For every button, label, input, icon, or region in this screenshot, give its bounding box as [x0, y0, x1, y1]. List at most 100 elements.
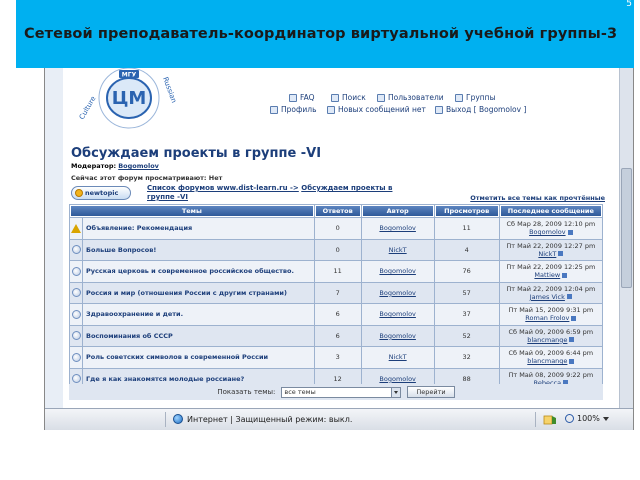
nav-messages[interactable]: Новых сообщений нет [327, 105, 426, 114]
replies-cell: 11 [314, 261, 361, 282]
header-replies[interactable]: Ответов [314, 205, 361, 217]
last-post-user[interactable]: James Vick [530, 293, 565, 301]
author-cell[interactable]: NickT [361, 347, 434, 368]
last-post-user[interactable]: Roman Frolov [525, 314, 569, 322]
replies-cell: 7 [314, 282, 361, 303]
topic-title[interactable]: Русская церковь и современное российское… [86, 267, 294, 275]
last-post-date: Пт Май 15, 2009 9:31 pm [508, 306, 594, 315]
new-topic-icon [75, 189, 83, 197]
go-button[interactable]: Перейти [407, 386, 455, 398]
profile-icon [270, 105, 278, 114]
nav-faq[interactable]: FAQ [289, 93, 315, 102]
last-post-date: Сб Мар 28, 2009 12:10 pm [506, 220, 596, 229]
last-post-date: Пт Май 22, 2009 12:04 pm [506, 284, 596, 293]
topic-cell[interactable]: Здравоохранение и дети. [83, 304, 314, 325]
go-to-post-icon[interactable] [571, 315, 577, 321]
last-post-user[interactable]: blancmange [527, 336, 567, 344]
topic-title[interactable]: Воспоминания об СССР [86, 332, 173, 340]
header-views[interactable]: Просмотров [434, 205, 499, 217]
go-to-post-icon[interactable] [562, 272, 568, 278]
topic-title[interactable]: Рекомендация [137, 224, 192, 232]
topic-title[interactable]: Здравоохранение и дети. [86, 310, 183, 318]
author-cell[interactable]: Bogomolov [361, 304, 434, 325]
go-to-post-icon[interactable] [567, 229, 573, 235]
table-row[interactable]: Здравоохранение и дети. 6 Bogomolov 37 Пт Ма… [70, 304, 602, 325]
last-post-cell: Пт Май 15, 2009 9:31 pm Roman Frolov [499, 304, 602, 325]
go-to-post-icon[interactable] [566, 294, 572, 300]
table-row[interactable]: Россия и мир (отношения России с другим … [70, 282, 602, 303]
mark-all-read-link[interactable]: Отметить все темы как прочтённые [470, 194, 605, 202]
last-post-user[interactable]: Bogomolov [529, 228, 565, 236]
last-post-cell: Пт Май 22, 2009 12:27 pm NickT [499, 239, 602, 260]
announcement-icon [71, 223, 81, 233]
nav-logout[interactable]: Выход [ Bogomolov ] [435, 105, 526, 114]
topic-cell[interactable]: Россия и мир (отношения России с другим … [83, 282, 314, 303]
last-post-user[interactable]: Mattiew [534, 271, 560, 279]
topic-folder-icon [71, 288, 81, 298]
favorites-icon[interactable] [543, 413, 557, 425]
last-post-user[interactable]: blancmange [527, 357, 567, 365]
table-row[interactable]: Больше Вопросов! 0 NickT 4 Пт Май 22, 2009 1… [70, 239, 602, 260]
topic-title[interactable]: Больше Вопросов! [86, 246, 156, 254]
views-cell: 37 [434, 304, 499, 325]
messages-icon [327, 105, 335, 114]
moderator-link[interactable]: Bogomolov [118, 162, 159, 170]
go-to-post-icon[interactable] [569, 358, 575, 364]
table-row[interactable]: Объявление: Рекомендация 0 Bogomolov 11 Сб М… [70, 218, 602, 239]
nav-groups[interactable]: Группы [455, 93, 496, 102]
new-topic-button[interactable]: newtopic [71, 186, 131, 200]
table-header-row: Темы Ответов Автор Просмотров Последнее … [70, 205, 602, 217]
zoom-control[interactable]: 100% [565, 414, 609, 423]
slide: Сетевой преподаватель-координатор виртуа… [0, 0, 640, 480]
topic-cell[interactable]: Больше Вопросов! [83, 239, 314, 260]
nav-profile[interactable]: Профиль [270, 105, 317, 114]
table-row[interactable]: Роль советских символов в современной Ро… [70, 347, 602, 368]
chevron-down-icon [391, 387, 401, 397]
table-row[interactable]: Русская церковь и современное российское… [70, 261, 602, 282]
forum-title[interactable]: Обсуждаем проекты в группе -VI [71, 146, 321, 161]
topic-status-cell [70, 282, 82, 303]
topic-cell[interactable]: Русская церковь и современное российское… [83, 261, 314, 282]
author-cell[interactable]: Bogomolov [361, 282, 434, 303]
author-cell[interactable]: Bogomolov [361, 261, 434, 282]
topic-status-cell [70, 261, 82, 282]
topic-folder-icon [71, 352, 81, 362]
forum-page: ЦМ МГУ Culture Russian FAQ Поиск Пользов… [63, 68, 623, 408]
status-divider [165, 412, 166, 427]
header-last-post[interactable]: Последнее сообщение [499, 205, 602, 217]
groups-icon [455, 93, 463, 102]
vertical-scrollbar[interactable] [619, 68, 633, 408]
topic-folder-icon [71, 331, 81, 341]
table-row[interactable]: Воспоминания об СССР 6 Bogomolov 52 Сб Май 0… [70, 325, 602, 346]
topic-prefix: Объявление: [86, 224, 135, 233]
topic-cell[interactable]: Роль советских символов в современной Ро… [83, 347, 314, 368]
go-to-post-icon[interactable] [569, 337, 575, 343]
author-cell[interactable]: Bogomolov [361, 325, 434, 346]
header-author[interactable]: Автор [361, 205, 434, 217]
title-banner: Сетевой преподаватель-координатор виртуа… [16, 0, 634, 68]
topic-folder-icon [71, 245, 81, 255]
go-to-post-icon[interactable] [558, 251, 564, 257]
views-cell: 76 [434, 261, 499, 282]
scrollbar-thumb[interactable] [621, 168, 632, 288]
nav-search[interactable]: Поиск [331, 93, 366, 102]
topic-title[interactable]: Где я как знакомятся молодые россиане? [86, 375, 244, 383]
author-cell[interactable]: NickT [361, 239, 434, 260]
nav-users[interactable]: Пользователи [377, 93, 444, 102]
logo-arc-left: Culture [78, 95, 98, 121]
topic-cell[interactable]: Объявление: Рекомендация [83, 218, 314, 239]
viewers-line: Сейчас этот форум просматривают: Нет [71, 174, 223, 182]
security-zone[interactable]: Интернет | Защищенный режим: выкл. [173, 414, 352, 424]
views-cell: 4 [434, 239, 499, 260]
topic-cell[interactable]: Воспоминания об СССР [83, 325, 314, 346]
topic-title[interactable]: Россия и мир (отношения России с другим … [86, 289, 287, 297]
topic-title[interactable]: Роль советских символов в современной Ро… [86, 353, 268, 361]
table-body: Объявление: Рекомендация 0 Bogomolov 11 Сб М… [70, 218, 602, 389]
globe-icon [173, 414, 183, 424]
header-topics[interactable]: Темы [70, 205, 314, 217]
last-post-user[interactable]: NickT [538, 250, 556, 258]
users-icon [377, 93, 385, 102]
show-topics-select[interactable]: все темы [281, 386, 402, 398]
breadcrumb-root[interactable]: Список форумов www.dist-learn.ru -> [147, 184, 299, 192]
author-cell[interactable]: Bogomolov [361, 218, 434, 239]
